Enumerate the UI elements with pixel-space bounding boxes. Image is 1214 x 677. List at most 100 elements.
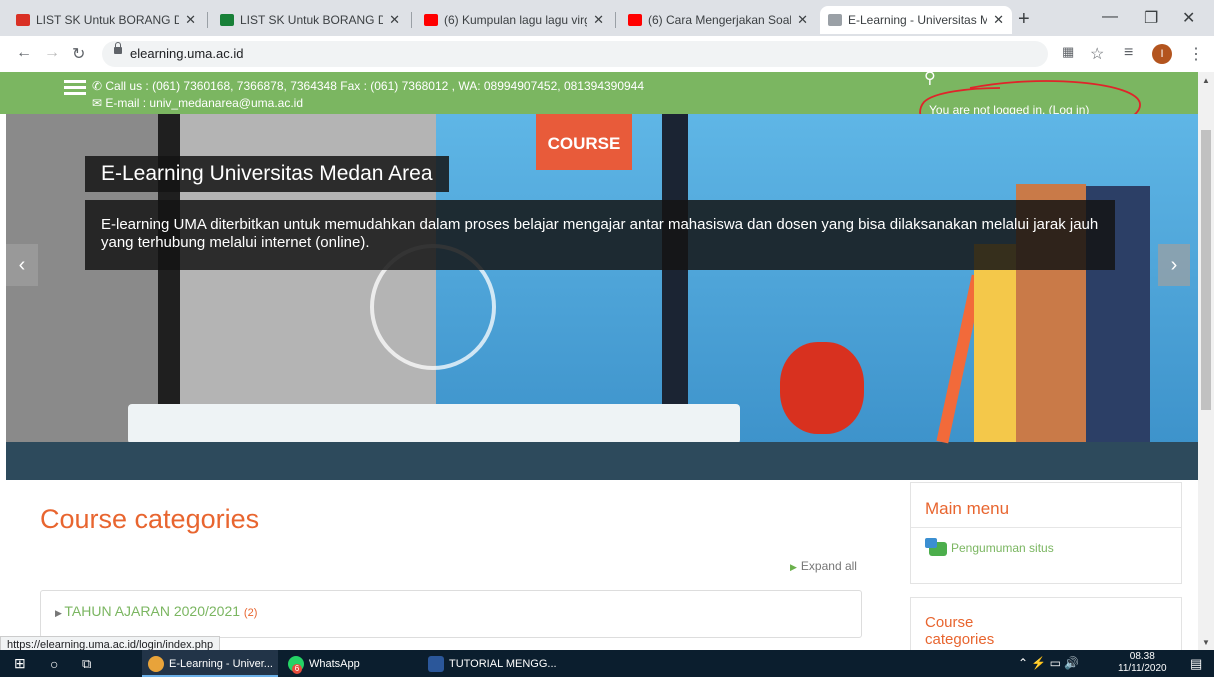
slider-prev-icon[interactable]: ‹ [6,244,38,286]
translate-icon[interactable]: ▦ [1062,44,1074,60]
scroll-up-icon[interactable]: ▲ [1202,76,1210,85]
notification-center-icon[interactable]: ▤ [1190,650,1202,677]
tab-title: E-Learning - Universitas Meda [848,13,988,27]
triangle-right-icon: ▶ [790,562,797,572]
page-scrollbar[interactable]: ▲ ▼ [1198,72,1214,650]
phone-icon: ✆ [92,79,106,93]
taskbar-chrome[interactable]: E-Learning - Univer... [142,650,278,677]
whatsapp-icon: 6 [288,655,304,674]
main-menu-heading: Main menu [925,499,1010,518]
divider [911,527,1181,528]
gmail-icon [16,14,30,26]
close-icon[interactable]: ✕ [593,12,604,28]
search-circle-icon[interactable]: ○ [50,650,58,677]
close-icon[interactable]: ✕ [797,12,808,28]
browser-tab[interactable]: (6) Kumpulan lagu lagu virgou ✕ [416,6,612,34]
tab-separator [207,12,208,28]
close-icon[interactable]: ✕ [993,12,1004,28]
link-status-bubble: https://elearning.uma.ac.id/login/index.… [0,636,221,650]
tab-title: LIST SK Untuk BORANG DIKTI [240,13,384,27]
word-icon [428,655,444,672]
category-link[interactable]: ▶ TAHUN AJARAN 2020/2021 (2) [55,603,257,619]
youtube-icon [424,14,438,26]
email-text: E-mail : univ_medanarea@uma.ac.id [105,96,303,110]
taskbar-word[interactable]: TUTORIAL MENGG... [428,650,568,677]
category-name: TAHUN AJARAN 2020/2021 [64,603,241,619]
menu-kebab-icon[interactable]: ⋮ [1188,44,1204,64]
slider-next-icon[interactable]: › [1158,244,1190,286]
lock-icon [114,42,122,54]
course-categories-block: Course categories [910,597,1182,650]
hero-description: E-learning UMA diterbitkan untuk memudah… [85,200,1115,270]
system-tray-icons[interactable]: ⌃ ⚡ ▭ 🔊 [1018,656,1079,670]
tab-title: LIST SK Untuk BORANG DIKTI [36,13,180,27]
hero-title: E-Learning Universitas Medan Area [85,156,449,192]
reading-list-icon[interactable]: ≡ [1124,44,1133,62]
hamburger-menu-icon[interactable] [64,80,86,98]
taskbar-label: WhatsApp [309,657,360,670]
contact-phone: ✆ Call us : (061) 7360168, 7366878, 7364… [92,79,644,93]
course-categories-heading: Course categories [40,504,260,534]
course-badge: COURSE [536,114,632,170]
restore-icon[interactable]: ❐ [1144,8,1158,28]
scrollbar-thumb[interactable] [1201,130,1211,410]
tab-title: (6) Kumpulan lagu lagu virgou [444,13,587,27]
youtube-icon [628,14,642,26]
hero-slider: COURSE E-Learning Universitas Medan Area… [6,114,1198,480]
browser-tab[interactable]: LIST SK Untuk BORANG DIKTI ✕ [8,6,204,34]
taskbar-whatsapp[interactable]: 6 WhatsApp [288,650,398,677]
main-menu-block: Main menu Pengumuman situs [910,482,1182,584]
hero-shelf [6,442,1198,480]
apple-illustration [780,342,864,434]
hero-shelf-board [128,404,740,444]
windows-taskbar: ⊞ ○ ⧉ E-Learning - Univer... 6 WhatsApp … [0,650,1214,677]
tab-separator [411,12,412,28]
back-icon[interactable]: ← [16,44,32,62]
browser-tab[interactable]: (6) Cara Mengerjakan Soal UTS ✕ [620,6,816,34]
menu-item-label: Pengumuman situs [951,541,1054,555]
task-view-icon[interactable]: ⧉ [82,650,91,677]
search-icon[interactable]: ⚲ [924,72,936,88]
notification-badge: 6 [292,663,302,674]
category-item: ▶ TAHUN AJARAN 2020/2021 (2) [40,590,862,638]
expand-all-text: Expand all [800,559,857,573]
expand-all-link[interactable]: ▶ Expand all [790,559,857,573]
phone-text: Call us : (061) 7360168, 7366878, 736434… [105,79,645,93]
course-categories-block-heading: Course categories [925,614,995,648]
browser-tab[interactable]: LIST SK Untuk BORANG DIKTI ✕ [212,6,408,34]
mail-icon: ✉ [92,96,106,110]
contact-email: ✉ E-mail : univ_medanarea@uma.ac.id [92,96,303,110]
new-tab-icon[interactable]: + [1018,8,1030,31]
taskbar-label: E-Learning - Univer... [169,657,273,670]
browser-tab-active[interactable]: E-Learning - Universitas Meda ✕ [820,6,1012,34]
menu-item-pengumuman[interactable]: Pengumuman situs [925,537,1054,556]
tab-title: (6) Cara Mengerjakan Soal UTS [648,13,792,27]
scroll-down-icon[interactable]: ▼ [1202,638,1210,647]
bookmark-star-icon[interactable]: ☆ [1090,44,1104,64]
chrome-icon [148,655,164,672]
browser-toolbar: ← → ↻ elearning.uma.ac.id ▦ ☆ ≡ I ⋮ [0,36,1214,73]
taskbar-label: TUTORIAL MENGG... [449,657,557,670]
url-text: elearning.uma.ac.id [130,46,244,61]
site-top-bar: ✆ Call us : (061) 7360168, 7366878, 7364… [0,72,1198,117]
browser-tab-strip: LIST SK Untuk BORANG DIKTI ✕ LIST SK Unt… [0,0,1214,36]
window-close-icon[interactable]: ✕ [1182,8,1195,28]
forward-icon[interactable]: → [44,44,60,62]
chat-bubble-icon [925,537,947,556]
sheets-icon [220,14,234,26]
web-page: ✆ Call us : (061) 7360168, 7366878, 7364… [0,72,1198,650]
triangle-right-icon: ▶ [55,608,65,618]
address-bar[interactable]: elearning.uma.ac.id [102,41,1048,67]
close-icon[interactable]: ✕ [389,12,400,28]
minimize-icon[interactable]: — [1102,8,1118,26]
reload-icon[interactable]: ↻ [72,44,85,64]
clock-time: 08.38 [1129,651,1155,662]
windows-start-icon[interactable]: ⊞ [14,650,26,677]
close-icon[interactable]: ✕ [185,12,196,28]
taskbar-clock[interactable]: 08.38 11/11/2020 [1118,651,1167,675]
tab-separator [615,12,616,28]
profile-avatar[interactable]: I [1152,44,1172,64]
category-count: (2) [243,607,258,619]
clock-date: 11/11/2020 [1118,663,1167,674]
site-icon [828,14,842,26]
